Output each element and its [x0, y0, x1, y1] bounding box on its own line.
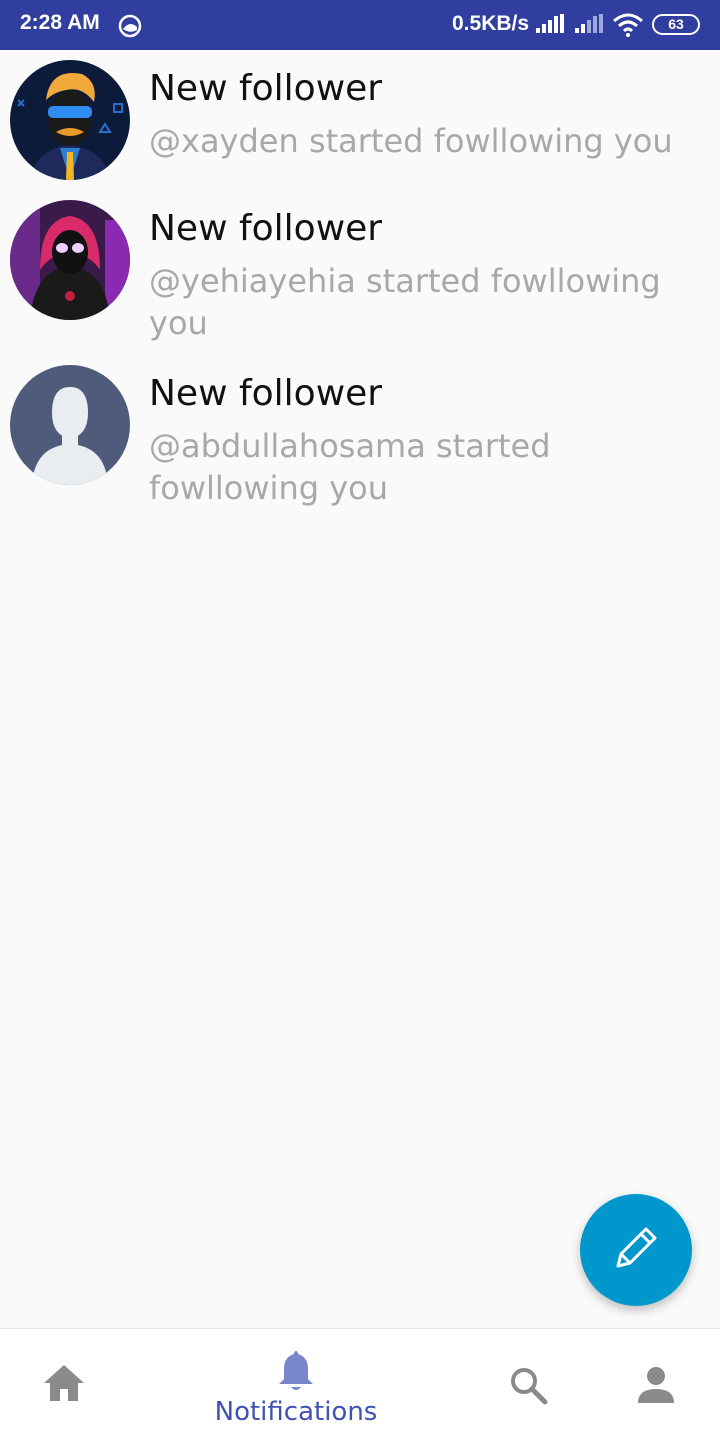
notification-body: @xayden started fowllowing you: [149, 122, 673, 160]
tab-notifications[interactable]: Notifications: [200, 1345, 392, 1435]
battery-indicator: 63: [652, 14, 700, 35]
app-notification-icon: [118, 14, 142, 42]
person-icon[interactable]: [636, 1365, 676, 1409]
compose-button[interactable]: [580, 1194, 692, 1306]
signal-icon-secondary: [574, 14, 604, 38]
notification-item[interactable]: New follower @xayden started fowllowing …: [0, 50, 720, 190]
notification-body: @yehiayehia started fowllowing you: [149, 262, 661, 342]
notification-title: New follower: [149, 373, 383, 414]
notification-item[interactable]: New follower @yehiayehia started fowllow…: [0, 190, 720, 355]
status-time: 2:28 AM: [20, 11, 100, 34]
network-speed: 0.5KB/s: [452, 12, 530, 35]
wifi-icon: [612, 13, 644, 41]
notification-list: New follower @xayden started fowllowing …: [0, 50, 720, 520]
notification-title: New follower: [149, 68, 383, 109]
default-person-avatar[interactable]: [10, 365, 130, 485]
cartoon-man-avatar[interactable]: [10, 60, 130, 180]
notification-item[interactable]: New follower @abdullahosama started fowl…: [0, 355, 720, 520]
status-bar: 2:28 AM 0.5KB/s 63: [0, 0, 720, 50]
signal-icon: [535, 14, 565, 38]
notification-body: @abdullahosama started fowllowing you: [149, 427, 551, 507]
bottom-navigation: Notifications: [0, 1328, 720, 1440]
pencil-icon: [608, 1220, 664, 1280]
notification-title: New follower: [149, 208, 383, 249]
hooded-figure-avatar[interactable]: [10, 200, 130, 320]
bell-icon: [276, 1349, 316, 1397]
search-icon[interactable]: [508, 1365, 548, 1409]
tab-notifications-label: Notifications: [214, 1397, 378, 1427]
home-icon[interactable]: [42, 1363, 86, 1407]
